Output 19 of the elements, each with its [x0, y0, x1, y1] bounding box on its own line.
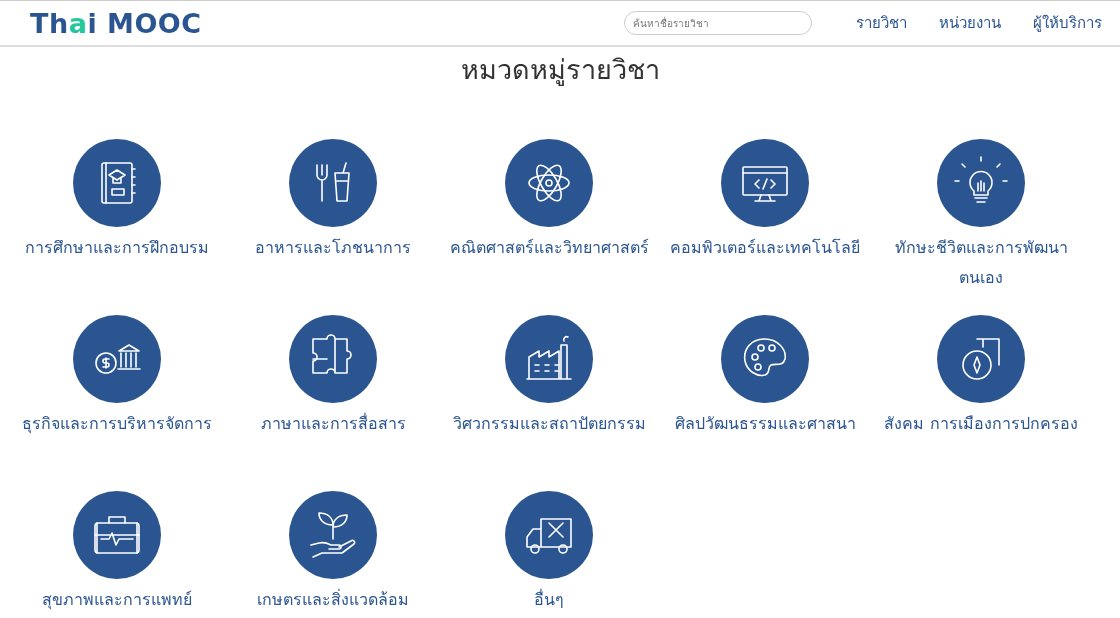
search-field[interactable]: ค้นหาชื่อรายวิชา [624, 11, 812, 35]
category-link[interactable]: ศิลปวัฒนธรรมและศาสนา [674, 409, 856, 439]
nav-link[interactable]: ผู้ให้บริการ [1033, 11, 1102, 35]
category-link[interactable]: วิศวกรรมและสถาปัตยกรรม [452, 409, 646, 439]
thai-mooc-logo[interactable]: Thai MOOC [30, 7, 202, 39]
page-title: หมวดหมู่รายวิชา [459, 53, 661, 87]
category-link[interactable]: อาหารและโภชนาการ [255, 233, 411, 263]
category-link[interactable]: อื่นๆ [534, 585, 564, 615]
nav-link[interactable]: รายวิชา [856, 11, 907, 35]
category-link[interactable]: การศึกษาและการฝึกอบรม [25, 233, 209, 263]
category-link[interactable]: สุขภาพและการแพทย์ [42, 585, 192, 615]
category-link[interactable]: ภาษาและการสื่อสาร [260, 409, 406, 439]
category-link[interactable]: ธุรกิจและการบริหารจัดการ [22, 409, 212, 439]
category-link[interactable]: ทักษะชีวิตและการพัฒนาตนเอง [876, 233, 1086, 293]
category-link[interactable]: สังคม การเมืองการปกครอง [884, 409, 1078, 439]
category-link[interactable]: คณิตศาสตร์และวิทยาศาสตร์ [449, 233, 649, 263]
category-link[interactable]: เกษตรและสิ่งแวดล้อม [257, 585, 409, 615]
nav-link[interactable]: หน่วยงาน [939, 11, 1001, 35]
category-link[interactable]: คอมพิวเตอร์และเทคโนโลยี [670, 233, 860, 263]
